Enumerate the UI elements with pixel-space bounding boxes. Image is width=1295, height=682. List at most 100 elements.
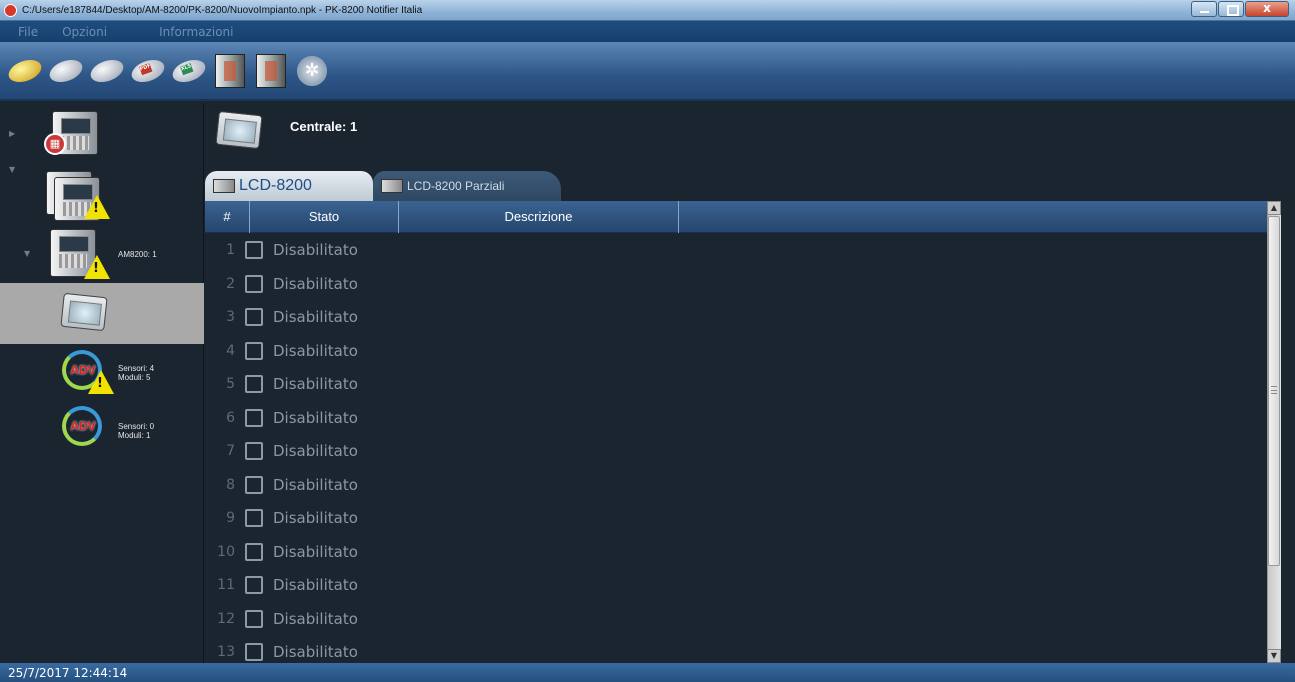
menu-bar: File Opzioni Informazioni <box>0 21 1295 42</box>
row-checkbox[interactable] <box>245 408 263 427</box>
title-bar: C:/Users/e187844/Desktop/AM-8200/PK-8200… <box>0 0 1295 21</box>
app-window: C:/Users/e187844/Desktop/AM-8200/PK-8200… <box>0 0 1295 682</box>
table-row[interactable]: 1 Disabilitato <box>205 233 1267 267</box>
settings-button[interactable]: ✲ <box>293 52 331 90</box>
row-checkbox[interactable] <box>245 274 263 293</box>
tree-node-network[interactable]: ▼ ! <box>0 165 204 225</box>
tab-lcd-8200[interactable]: LCD-8200 <box>205 171 373 201</box>
maximize-button[interactable] <box>1218 1 1244 17</box>
pdf-export-button[interactable]: PDF <box>128 52 168 90</box>
tree-node-system[interactable]: ▶ ▦ <box>0 103 204 163</box>
table-row[interactable]: 10 Disabilitato <box>205 535 1267 569</box>
table-row[interactable]: 7 Disabilitato <box>205 434 1267 468</box>
row-number: 2 <box>226 275 235 292</box>
table-row[interactable]: 6 Disabilitato <box>205 401 1267 435</box>
scroll-up-button[interactable]: ▲ <box>1267 201 1281 215</box>
adv1-modules: Moduli: 5 <box>118 373 151 382</box>
row-state: Disabilitato <box>273 408 358 427</box>
tab-lcd-8200-parziali[interactable]: LCD-8200 Parziali <box>373 171 561 201</box>
row-checkbox[interactable] <box>245 341 263 360</box>
row-number: 4 <box>226 342 235 359</box>
table-row[interactable]: 13 Disabilitato <box>205 635 1267 663</box>
grid-header: # Stato Descrizione <box>205 200 1267 233</box>
row-number: 5 <box>226 376 235 392</box>
device-tree: ▶ ▦ ▼ ! ▼ ! AM8200: 1 ADV ! Sensori: 4 M… <box>0 103 204 663</box>
close-button[interactable] <box>1245 1 1289 17</box>
column-header-number[interactable]: # <box>205 200 250 233</box>
row-checkbox[interactable] <box>245 576 263 594</box>
row-state: Disabilitato <box>273 609 358 628</box>
tree-node-panel[interactable]: ▼ ! AM8200: 1 <box>0 225 204 283</box>
grid-body: 1 Disabilitato 2 Disabilitato 3 Disabilitato 4… <box>205 233 1267 663</box>
minimize-button[interactable] <box>1191 1 1217 17</box>
row-state: Disabilitato <box>273 475 358 494</box>
row-state: Disabilitato <box>273 308 358 326</box>
menu-file[interactable]: File <box>12 25 44 39</box>
panel-send-button[interactable] <box>252 52 290 90</box>
table-row[interactable]: 9 Disabilitato <box>205 501 1267 535</box>
row-state: Disabilitato <box>273 375 358 393</box>
pdf-badge: PDF <box>139 62 153 75</box>
row-number: 10 <box>217 543 235 560</box>
panel-send-icon <box>256 53 286 88</box>
lcd-tab-icon <box>213 179 235 193</box>
tab-bar: LCD-8200 Parziali LCD-8200 <box>205 169 1295 201</box>
open-file-button[interactable] <box>5 52 45 90</box>
xls-export-icon: XLS <box>169 55 209 86</box>
search-file-button[interactable] <box>46 52 86 90</box>
collapse-arrow-icon[interactable]: ▼ <box>24 249 30 258</box>
row-number: 11 <box>217 577 235 593</box>
row-number: 6 <box>226 409 235 426</box>
app-icon <box>4 3 17 17</box>
collapse-arrow-icon[interactable]: ▼ <box>9 165 15 174</box>
tree-node-adv-loop-2[interactable]: ADV Sensori: 0 Moduli: 1 <box>0 400 204 456</box>
page-title: Centrale: 1 <box>290 119 358 134</box>
status-datetime: 25/7/2017 12:44:14 <box>8 665 128 680</box>
row-checkbox[interactable] <box>245 509 263 527</box>
table-row[interactable]: 12 Disabilitato <box>205 602 1267 636</box>
row-number: 3 <box>226 309 235 325</box>
warning-icon: ! <box>84 255 110 279</box>
save-file-button[interactable] <box>87 52 127 90</box>
row-checkbox[interactable] <box>245 442 263 460</box>
table-row[interactable]: 8 Disabilitato <box>205 468 1267 502</box>
toolbar: PDF XLS ✲ <box>0 42 1295 101</box>
menu-info[interactable]: Informazioni <box>153 25 239 39</box>
expand-arrow-icon[interactable]: ▶ <box>9 129 15 138</box>
tree-node-adv-loop-1[interactable]: ADV ! Sensori: 4 Moduli: 5 <box>0 344 204 400</box>
row-number: 13 <box>217 644 235 660</box>
row-state: Disabilitato <box>273 442 358 460</box>
row-state: Disabilitato <box>273 542 358 561</box>
row-state: Disabilitato <box>273 274 358 293</box>
menu-options[interactable]: Opzioni <box>56 25 113 39</box>
row-checkbox[interactable] <box>245 241 263 259</box>
tab-label: LCD-8200 Parziali <box>407 179 505 193</box>
detail-header: Centrale: 1 <box>205 103 1295 169</box>
row-number: 7 <box>226 443 235 459</box>
table-row[interactable]: 2 Disabilitato <box>205 267 1267 301</box>
panel-receive-button[interactable] <box>211 52 249 90</box>
row-checkbox[interactable] <box>245 542 263 561</box>
table-row[interactable]: 3 Disabilitato <box>205 300 1267 334</box>
row-checkbox[interactable] <box>245 475 263 494</box>
table-row[interactable]: 11 Disabilitato <box>205 568 1267 602</box>
tab-label: LCD-8200 <box>239 177 312 194</box>
lcd-tab-icon <box>381 179 403 193</box>
row-number: 12 <box>217 610 235 627</box>
open-file-icon <box>5 55 45 86</box>
row-checkbox[interactable] <box>245 643 263 661</box>
row-checkbox[interactable] <box>245 308 263 326</box>
table-row[interactable]: 5 Disabilitato <box>205 367 1267 401</box>
tree-node-lcd[interactable] <box>0 283 204 344</box>
row-state: Disabilitato <box>273 341 358 360</box>
column-header-state[interactable]: Stato <box>250 200 399 233</box>
table-row[interactable]: 4 Disabilitato <box>205 334 1267 368</box>
row-state: Disabilitato <box>273 643 358 661</box>
row-number: 8 <box>226 476 235 493</box>
xls-export-button[interactable]: XLS <box>169 52 209 90</box>
adv-loop-icon: ADV <box>62 406 102 446</box>
row-checkbox[interactable] <box>245 375 263 393</box>
scroll-down-button[interactable]: ▼ <box>1267 649 1281 663</box>
column-header-description[interactable]: Descrizione <box>399 200 679 233</box>
row-checkbox[interactable] <box>245 609 263 628</box>
